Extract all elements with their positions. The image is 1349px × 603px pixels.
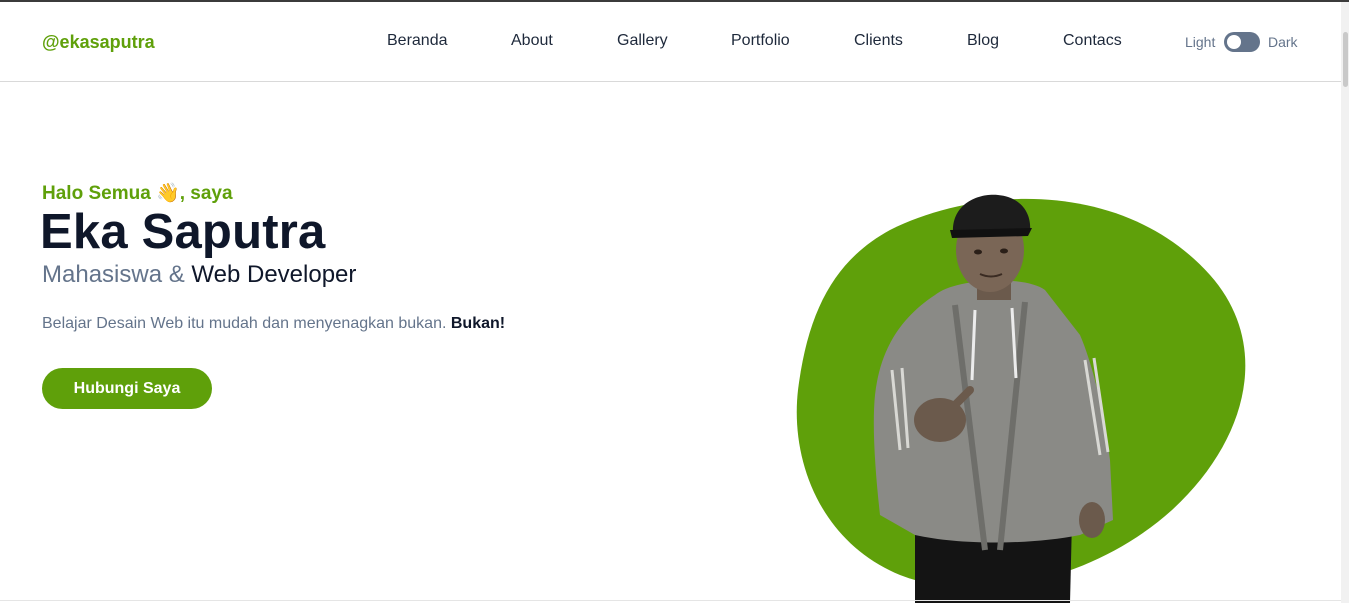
main-nav: Beranda About Gallery Portfolio Clients … <box>0 2 1341 82</box>
section-divider <box>0 600 1341 601</box>
site-header: @ekasaputra Beranda About Gallery Portfo… <box>0 2 1341 82</box>
page-scrollbar[interactable] <box>1341 2 1349 603</box>
hero-role-prefix: Mahasiswa & <box>42 261 185 288</box>
nav-link-portfolio[interactable]: Portfolio <box>731 32 790 50</box>
hero-description: Belajar Desain Web itu mudah dan menyena… <box>42 315 505 333</box>
nav-link-clients[interactable]: Clients <box>854 32 903 50</box>
theme-dark-label: Dark <box>1268 34 1298 50</box>
profile-photo-illustration <box>796 194 1246 603</box>
hero-name: Eka Saputra <box>40 205 326 259</box>
nav-link-contacs[interactable]: Contacs <box>1063 32 1122 50</box>
nav-link-gallery[interactable]: Gallery <box>617 32 668 50</box>
toggle-knob <box>1227 35 1241 49</box>
hero-description-text: Belajar Desain Web itu mudah dan menyena… <box>42 315 447 332</box>
hero-role: Mahasiswa & Web Developer <box>42 261 356 289</box>
hero-greeting: Halo Semua 👋, saya <box>42 183 233 204</box>
scrollbar-thumb[interactable] <box>1343 32 1348 87</box>
hero-description-bold: Bukan! <box>450 315 506 332</box>
theme-toggle-switch[interactable] <box>1224 32 1260 52</box>
hero-illustration <box>780 190 1260 603</box>
theme-light-label: Light <box>1185 34 1216 50</box>
nav-link-about[interactable]: About <box>511 32 553 50</box>
nav-link-blog[interactable]: Blog <box>967 32 999 50</box>
contact-button[interactable]: Hubungi Saya <box>42 368 212 409</box>
hero-role-main: Web Developer <box>191 261 357 288</box>
nav-link-beranda[interactable]: Beranda <box>387 32 448 50</box>
